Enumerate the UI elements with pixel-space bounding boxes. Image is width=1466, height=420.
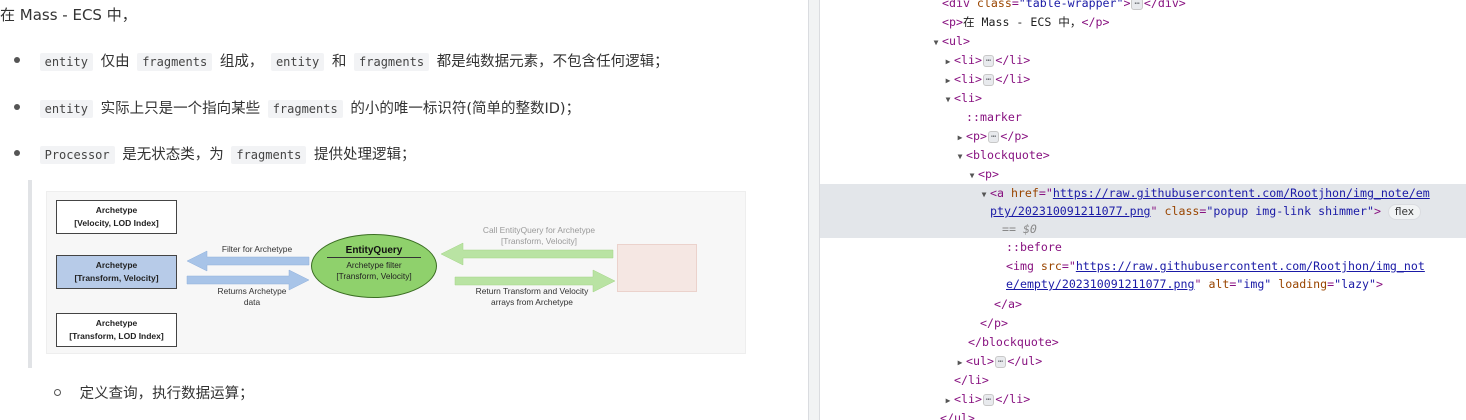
call-query-label: Call EntityQuery for Archetype [Transfor… [482,225,596,246]
list-text: 和 [331,54,347,70]
list-text: 都是纯数据元素，不包含任何逻辑； [436,54,669,70]
circle-bullet [54,388,61,396]
expand-triangle-icon: ▼ [933,38,939,47]
pane-divider[interactable] [808,0,820,420]
collapse-triangle-icon: ▶ [945,396,951,405]
bullet-dot [14,104,20,110]
returns-label: Returns Archetype data [217,286,287,307]
href-link[interactable]: pty/202310091211077.png [990,204,1151,218]
list-text: 是无状态类，为 [122,147,224,163]
dom-node-li-close[interactable]: </li> [820,371,1466,390]
dom-node-li[interactable]: ▼ <li> [820,89,1466,108]
inline-code: fragments [267,100,343,118]
collapsed-ellipsis-icon[interactable]: ⋯ [1131,0,1143,10]
expand-triangle-icon: ▼ [981,190,987,199]
dom-node-p[interactable]: <p>在 Mass - ECS 中，</p> [820,13,1466,32]
collapsed-ellipsis-icon[interactable]: ⋯ [987,130,1000,143]
article-pane: 在 Mass - ECS 中， entity 仅由 fragments 组成， … [0,0,808,420]
expand-triangle-icon: ▼ [945,95,951,104]
archetype-box-velocity-lod: Archetype [Velocity, LOD Index] [56,200,177,234]
entity-query-diagram[interactable]: Archetype [Velocity, LOD Index] Archetyp… [46,191,746,354]
filter-label: Filter for Archetype [221,244,293,254]
expand-triangle-icon: ▼ [957,152,963,161]
dom-node-li[interactable]: ▶ <li> ⋯ </li> [820,390,1466,409]
dom-node-p-close[interactable]: </p> [820,314,1466,333]
list-text: 提供处理逻辑； [314,147,416,163]
href-link[interactable]: https://raw.githubusercontent.com/Rootjh… [1053,186,1430,200]
faded-processor-box [617,244,697,292]
list-item: Processor 是无状态类，为 fragments 提供处理逻辑； [14,143,416,164]
dom-node-a-selected[interactable]: ▼ <a href="https://raw.githubusercontent.… [820,184,1466,238]
dom-node-p[interactable]: ▼ <p> [820,165,1466,184]
collapsed-ellipsis-icon[interactable]: ⋯ [982,54,995,67]
entity-query-node: EntityQuery Archetype filter [Transform,… [311,234,437,298]
dom-node-before[interactable]: ::before [820,238,1466,257]
bullet-dot [14,150,20,156]
archetype-box-transform-velocity: Archetype [Transform, Velocity] [56,255,177,289]
src-link[interactable]: e/empty/202310091211077.png [1006,277,1194,291]
collapse-triangle-icon: ▶ [957,133,963,142]
expand-triangle-icon: ▼ [969,171,975,180]
inline-code: fragments [231,146,307,164]
inline-code: entity [270,53,325,71]
collapse-triangle-icon: ▶ [945,76,951,85]
dom-node-li[interactable]: ▶ <li> ⋯ </li> [820,70,1466,89]
dom-node-p[interactable]: ▶ <p> ⋯ </p> [820,127,1466,146]
inline-code: fragments [137,53,213,71]
collapse-triangle-icon: ▶ [945,57,951,66]
inline-code: entity [39,53,93,71]
bullet-dot [14,57,20,63]
list-text: 仅由 [100,54,130,70]
intro-paragraph: 在 Mass - ECS 中， [0,6,137,24]
list-item: entity 实际上只是一个指向某些 fragments 的小的唯一标识符(简单… [14,97,580,118]
list-item: entity 仅由 fragments 组成， entity 和 fragmen… [14,50,669,71]
src-link[interactable]: https://raw.githubusercontent.com/Rootjh… [1076,259,1425,273]
dom-node-ul[interactable]: ▶ <ul> ⋯ </ul> [820,352,1466,371]
return-arrays-label: Return Transform and Velocity arrays fro… [475,286,589,307]
dom-node-marker[interactable]: ::marker [820,108,1466,127]
console-ref: == $0 [1002,222,1037,236]
dom-node-div[interactable]: <div class="table-wrapper"> ⋯ </div> [820,0,1466,13]
dom-node-a-close[interactable]: </a> [820,295,1466,314]
collapsed-ellipsis-icon[interactable]: ⋯ [982,393,995,406]
archetype-box-transform-lod: Archetype [Transform, LOD Index] [56,313,177,347]
inline-code: fragments [354,53,430,71]
dom-node-li[interactable]: ▶ <li> ⋯ </li> [820,51,1466,70]
dom-node-img[interactable]: <img src="https://raw.githubusercontent.… [820,257,1466,295]
collapsed-ellipsis-icon[interactable]: ⋯ [982,73,995,86]
list-text: 组成， [219,54,264,70]
dom-node-blockquote-close[interactable]: </blockquote> [820,333,1466,352]
inline-code: entity [39,100,93,118]
dom-node-ul[interactable]: ▼ <ul> [820,32,1466,51]
inline-code: Processor [39,146,115,164]
collapse-triangle-icon: ▶ [957,358,963,367]
sub-list-item: 定义查询，执行数据运算； [54,382,254,403]
flex-badge[interactable]: flex [1387,203,1422,220]
dom-node-ul-close[interactable]: </ul> [820,409,1466,420]
list-text: 的小的唯一标识符(简单的整数ID)； [350,101,581,117]
list-text: 实际上只是一个指向某些 [100,101,261,117]
collapsed-ellipsis-icon[interactable]: ⋯ [994,355,1007,368]
devtools-elements-panel: ⋯ <div class="table-wrapper">⋯</div> <p>… [820,0,1466,420]
dom-node-blockquote[interactable]: ▼ <blockquote> [820,146,1466,165]
